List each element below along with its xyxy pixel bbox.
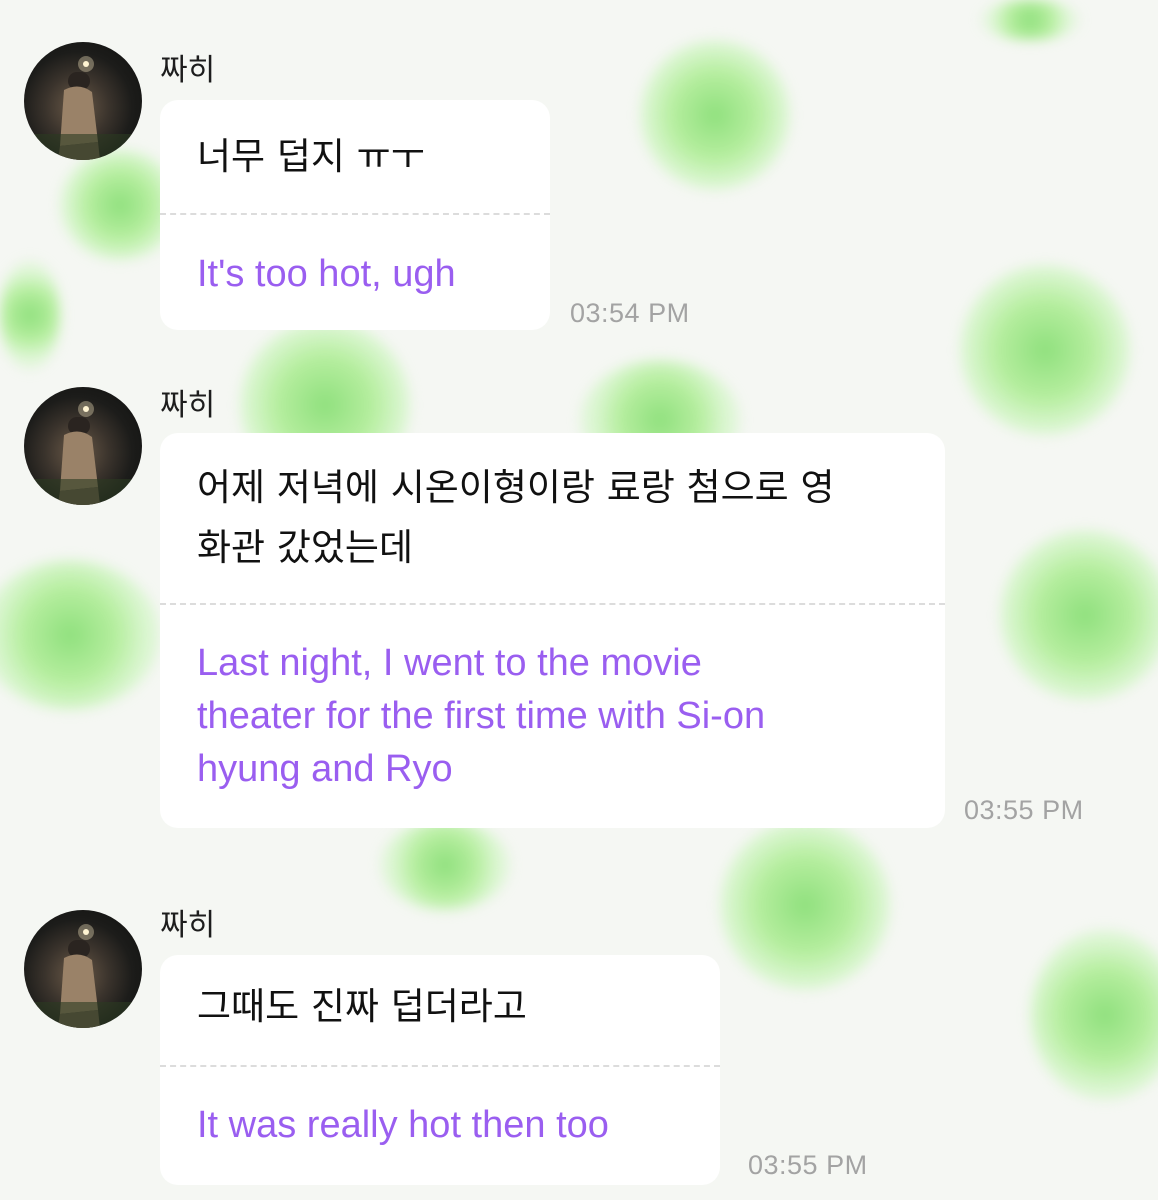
translation-divider — [160, 1065, 720, 1067]
sender-name: 짜히 — [160, 908, 216, 943]
translated-message-text: It was really hot then too — [197, 1104, 609, 1146]
message-timestamp: 03:55 PM — [748, 1150, 868, 1180]
avatar[interactable] — [24, 910, 142, 1028]
original-message-text: 그때도 진짜 덥더라고 — [197, 985, 527, 1028]
chat-message: 짜히 그때도 진짜 덥더라고 It was really hot then to… — [0, 0, 1158, 1200]
message-bubble[interactable]: 그때도 진짜 덥더라고 It was really hot then too — [160, 955, 720, 1185]
